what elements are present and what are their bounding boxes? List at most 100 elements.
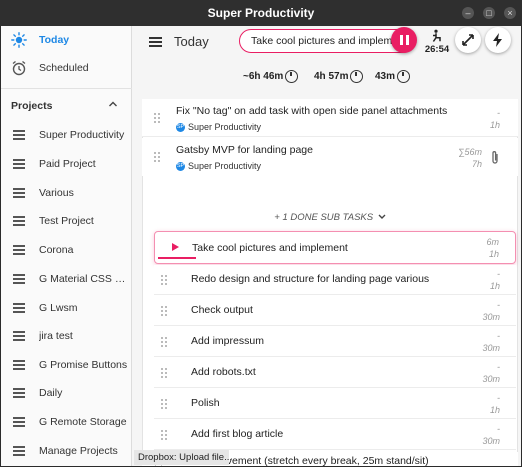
task-time-spent: ∑56m [458, 147, 482, 157]
subtask-time-estimate: 1h [489, 405, 500, 415]
list-icon [11, 213, 27, 229]
subtask-time: 6m 1h [486, 236, 499, 260]
collapse-projects-button[interactable] [108, 99, 118, 112]
task-title[interactable]: Fix "No tag" on add task with open side … [176, 105, 447, 117]
sidebar-project-corona[interactable]: Corona [1, 236, 132, 264]
minimize-button[interactable]: – [462, 7, 474, 19]
sidebar-project-g-remote-storage[interactable]: G Remote Storage [1, 408, 132, 436]
subtask-item[interactable]: Check output - 30m [154, 296, 516, 326]
task-item[interactable]: Fix "No tag" on add task with open side … [142, 99, 518, 137]
break-stat: 43m [375, 70, 411, 83]
sidebar-project-various[interactable]: Various [1, 179, 132, 207]
subtask-title[interactable]: Add robots.txt [191, 366, 256, 378]
expand-icon [462, 34, 474, 46]
drag-handle-icon[interactable] [161, 430, 167, 440]
subtask-time-estimate: 1h [489, 281, 500, 291]
current-task-title: Take cool pictures and implement [251, 35, 407, 47]
subtask-title[interactable]: Add impressum [191, 335, 264, 347]
sidebar-item-label: Today [39, 34, 70, 46]
sun-icon [11, 32, 27, 48]
subtask-time-estimate: 30m [482, 436, 500, 446]
project-label: G Lwsm [39, 302, 78, 314]
subtask-time-spent: - [497, 269, 500, 279]
done-subtasks-toggle[interactable]: + 1 DONE SUB TASKS [142, 212, 518, 223]
drag-handle-icon[interactable] [161, 337, 167, 347]
estimate-stat: ~6h 46m [243, 70, 299, 83]
play-icon[interactable] [172, 243, 179, 251]
subtask-item[interactable]: Add first blog article - 30m [154, 420, 516, 450]
subtask-title[interactable]: Add first blog article [191, 428, 283, 440]
sidebar-item-today[interactable]: Today [1, 26, 132, 54]
pause-button[interactable] [391, 27, 417, 53]
attachment-icon[interactable] [490, 150, 500, 168]
sidebar-project-g-material-css[interactable]: G Material CSS Va... [1, 265, 132, 293]
chevron-up-icon [109, 101, 117, 107]
drag-handle-icon[interactable] [154, 113, 160, 123]
task-project-label: Super Productivity [188, 161, 262, 171]
quick-action-button[interactable] [485, 27, 511, 53]
sidebar-project-test-project[interactable]: Test Project [1, 207, 132, 235]
subtask-item[interactable]: Add robots.txt - 30m [154, 358, 516, 388]
drag-handle-icon[interactable] [161, 306, 167, 316]
break-value: 43m [375, 71, 396, 82]
chevron-down-icon [378, 214, 386, 219]
sidebar-item-label: Scheduled [39, 62, 89, 74]
close-button[interactable]: × [504, 7, 516, 19]
subtask-title[interactable]: Check output [191, 304, 253, 316]
page-title: Today [174, 34, 209, 49]
drag-handle-icon[interactable] [154, 152, 160, 162]
task-title[interactable]: Gatsby MVP for landing page [176, 144, 313, 156]
task-item[interactable]: Gatsby MVP for landing page SP Super Pro… [142, 138, 518, 176]
project-label: Manage Projects [39, 445, 118, 457]
task-project-tag: SP Super Productivity [176, 122, 261, 132]
sidebar-project-daily[interactable]: Daily [1, 379, 132, 407]
subtask-item[interactable]: Add impressum - 30m [154, 327, 516, 357]
subtask-progress-bar [158, 257, 196, 259]
estimate-value: ~6h 46m [243, 71, 284, 82]
menu-icon[interactable] [149, 37, 162, 47]
sidebar-manage-projects[interactable]: Manage Projects [1, 437, 132, 465]
project-label: Various [39, 187, 74, 199]
day-stats: ~6h 46m 4h 57m 43m [133, 68, 521, 88]
worked-stat: 4h 57m [314, 70, 364, 83]
subtask-time-estimate: 1h [488, 249, 499, 259]
worked-value: 4h 57m [314, 71, 349, 82]
project-label: G Remote Storage [39, 416, 127, 428]
subtask-time: - 30m [482, 299, 500, 323]
subtask-title[interactable]: Polish [191, 397, 220, 409]
sidebar-project-g-lwsm[interactable]: G Lwsm [1, 294, 132, 322]
main-header: Today Take cool pictures and implement 2… [133, 26, 521, 64]
sidebar-project-g-promise-buttons[interactable]: G Promise Buttons [1, 351, 132, 379]
subtask-item[interactable]: Polish - 1h [154, 389, 516, 419]
list-icon [11, 127, 27, 143]
subtask-time-spent: - [497, 393, 500, 403]
clock-icon [350, 70, 364, 83]
project-label: Paid Project [39, 158, 96, 170]
subtask-title[interactable]: Take cool pictures and implement [192, 242, 348, 254]
subtask-title[interactable]: Redo design and structure for landing pa… [191, 273, 429, 285]
sidebar-project-paid-project[interactable]: Paid Project [1, 150, 132, 178]
subtask-item[interactable]: Redo design and structure for landing pa… [154, 265, 516, 295]
drag-handle-icon[interactable] [161, 399, 167, 409]
sidebar-project-super-productivity[interactable]: Super Productivity [1, 121, 132, 149]
subtask-time-spent: - [497, 362, 500, 372]
list-icon [11, 156, 27, 172]
window-titlebar: Super Productivity – □ × [0, 0, 522, 26]
sidebar-item-scheduled[interactable]: Scheduled [1, 54, 132, 82]
pomodoro-timer-button[interactable]: 26:54 [423, 28, 451, 55]
drag-handle-icon[interactable] [161, 275, 167, 285]
subtask-time-spent: - [497, 300, 500, 310]
current-task-chip[interactable]: Take cool pictures and implement [239, 29, 415, 53]
project-label: Test Project [39, 215, 94, 227]
drag-handle-icon[interactable] [161, 368, 167, 378]
list-icon [11, 385, 27, 401]
focus-mode-button[interactable] [455, 27, 481, 53]
subtask-time: - 1h [490, 392, 500, 416]
project-label: G Material CSS Va... [39, 273, 131, 285]
subtask-item-current[interactable]: Take cool pictures and implement 6m 1h [154, 231, 516, 264]
subtask-time: - 30m [482, 361, 500, 385]
project-label: Corona [39, 244, 74, 256]
stopwatch-icon [397, 70, 411, 83]
sidebar-project-jira-test[interactable]: jira test [1, 322, 132, 350]
maximize-button[interactable]: □ [483, 7, 495, 19]
